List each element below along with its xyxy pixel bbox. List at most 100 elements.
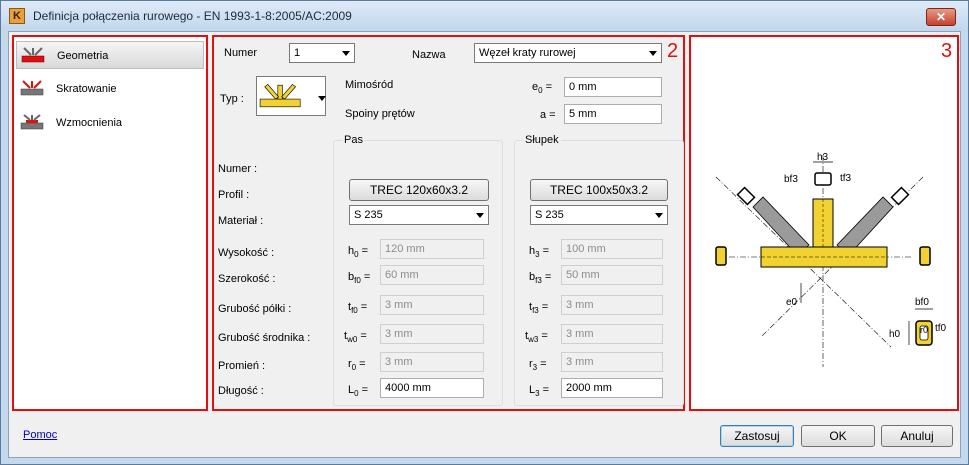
- numer-label: Numer: [224, 47, 258, 59]
- slupek-bf-value: 50 mm: [566, 269, 600, 281]
- row-label-wysokosc: Wysokość :: [218, 247, 275, 259]
- chevron-down-icon[interactable]: [318, 96, 326, 101]
- bracing-icon: [20, 80, 44, 96]
- slupek-h-symbol: h3 =: [529, 245, 550, 259]
- nav-item-skratowanie[interactable]: Skratowanie: [16, 75, 204, 103]
- pas-r-symbol: r0 =: [348, 358, 366, 372]
- row-label-profil: Profil :: [218, 189, 250, 201]
- row-label-grubosc-srodnika: Grubość środnika :: [218, 332, 311, 344]
- mimosrod-input[interactable]: 0 mm: [564, 77, 662, 97]
- diagram-bf3-label: bf3: [784, 174, 798, 185]
- pas-tw-symbol: tw0 =: [344, 330, 367, 344]
- slupek-bf-symbol: bf3 =: [529, 271, 552, 285]
- pas-tf-value: 3 mm: [385, 299, 413, 311]
- nazwa-select[interactable]: Węzeł kraty rurowej: [474, 43, 662, 63]
- slupek-r-value: 3 mm: [566, 356, 594, 368]
- dialog-window: K Definicja połączenia rurowego - EN 199…: [0, 0, 969, 465]
- diagram-h0-label: h0: [889, 329, 901, 340]
- mimosrod-symbol: e0 =: [532, 81, 553, 95]
- slupek-r-input[interactable]: 3 mm: [561, 352, 663, 372]
- slupek-tf-input[interactable]: 3 mm: [561, 295, 663, 315]
- mimosrod-value: 0 mm: [569, 81, 597, 93]
- slupek-h-value: 100 mm: [566, 243, 606, 255]
- spoiny-label: Spoiny prętów: [345, 108, 415, 120]
- diagram-tf3-label: tf3: [840, 173, 852, 184]
- slupek-r-symbol: r3 =: [529, 358, 547, 372]
- apply-button[interactable]: Zastosuj: [720, 425, 794, 447]
- diagram-tf0-label: tf0: [935, 323, 947, 334]
- row-label-dlugosc: Długość :: [218, 385, 264, 397]
- chevron-down-icon: [476, 213, 484, 218]
- spoiny-value: 5 mm: [569, 108, 597, 120]
- slupek-tw-symbol: tw3 =: [525, 330, 548, 344]
- nav-label-wzmocnienia: Wzmocnienia: [56, 117, 123, 129]
- slupek-tw-input[interactable]: 3 mm: [561, 324, 663, 344]
- cancel-button[interactable]: Anuluj: [881, 425, 953, 447]
- pas-profile-button[interactable]: TREC 120x60x3.2: [349, 179, 489, 201]
- slupek-l-input[interactable]: 2000 mm: [561, 378, 663, 398]
- pas-h-value: 120 mm: [385, 243, 425, 255]
- pas-l-symbol: L0 =: [348, 384, 369, 398]
- group-slupek: Słupek TREC 100x50x3.2 S 235 h3 = 100 mm…: [514, 134, 684, 406]
- pas-r-value: 3 mm: [385, 356, 413, 368]
- close-button[interactable]: ✕: [926, 8, 956, 26]
- panel-number-2: 2: [667, 40, 679, 62]
- joint-diagram: h3 bf3 tf3 e0 bf0 h0 r0 tf0: [715, 152, 947, 367]
- pas-l-input[interactable]: 4000 mm: [380, 378, 484, 398]
- nav-item-geometria[interactable]: Geometria: [16, 41, 204, 69]
- pas-material-select[interactable]: S 235: [349, 205, 489, 225]
- slupek-profile-button[interactable]: TREC 100x50x3.2: [530, 179, 668, 201]
- slupek-material-select[interactable]: S 235: [530, 205, 668, 225]
- mimosrod-label: Mimośród: [345, 79, 394, 91]
- title-bar[interactable]: K Definicja połączenia rurowego - EN 199…: [1, 1, 968, 31]
- pas-tw-input[interactable]: 3 mm: [380, 324, 484, 344]
- slupek-tw-value: 3 mm: [566, 328, 594, 340]
- slupek-l-symbol: L3 =: [529, 384, 550, 398]
- diagram-bf0-label: bf0: [915, 297, 929, 308]
- pas-bf-value: 60 mm: [385, 269, 419, 281]
- joint-type-icon: [259, 84, 301, 108]
- slupek-h-input[interactable]: 100 mm: [561, 239, 663, 259]
- numer-select-value: 1: [294, 47, 301, 59]
- nav-label-skratowanie: Skratowanie: [56, 83, 117, 95]
- group-pas: Pas TREC 120x60x3.2 S 235 h0 = 120 mm bf…: [333, 134, 503, 406]
- dialog-client: 1 Geometria Skratowanie: [8, 31, 961, 458]
- pas-l-value: 4000 mm: [385, 382, 431, 394]
- nazwa-label: Nazwa: [412, 49, 446, 61]
- pas-bf-input[interactable]: 60 mm: [380, 265, 484, 285]
- typ-label: Typ :: [220, 93, 244, 105]
- pas-tw-value: 3 mm: [385, 328, 413, 340]
- diagram-h3-label: h3: [817, 152, 829, 163]
- help-link[interactable]: Pomoc: [23, 429, 57, 441]
- slupek-material-value: S 235: [535, 209, 564, 221]
- pas-r-input[interactable]: 3 mm: [380, 352, 484, 372]
- spoiny-symbol: a =: [540, 109, 556, 121]
- panel-joint-diagram: 3 h3 bf3 tf3 e0 bf0 h0 r0 tf0: [689, 35, 959, 411]
- group-title-slupek: Słupek: [523, 134, 561, 146]
- slupek-bf-input[interactable]: 50 mm: [561, 265, 663, 285]
- panel-navigation: 1 Geometria Skratowanie: [12, 35, 208, 411]
- group-title-pas: Pas: [342, 134, 365, 146]
- diagram-e0-label: e0: [786, 297, 798, 308]
- row-label-grubosc-polki: Grubość półki :: [218, 303, 292, 315]
- slupek-l-value: 2000 mm: [566, 382, 612, 394]
- row-label-szerokosc: Szerokość :: [218, 273, 276, 285]
- chevron-down-icon: [649, 51, 657, 56]
- pas-tf-symbol: tf0 =: [348, 301, 368, 315]
- row-label-promien: Promień :: [218, 360, 266, 372]
- numer-select[interactable]: 1: [289, 43, 355, 63]
- chevron-down-icon: [342, 51, 350, 56]
- app-icon: K: [9, 8, 25, 24]
- joint-type-select[interactable]: [256, 76, 326, 116]
- spoiny-input[interactable]: 5 mm: [564, 104, 662, 124]
- reinforcement-icon: [20, 114, 44, 130]
- window-title: Definicja połączenia rurowego - EN 1993-…: [33, 9, 352, 23]
- pas-tf-input[interactable]: 3 mm: [380, 295, 484, 315]
- pas-h-input[interactable]: 120 mm: [380, 239, 484, 259]
- diagram-r0-label: r0: [920, 325, 928, 335]
- slupek-tf-value: 3 mm: [566, 299, 594, 311]
- ok-button[interactable]: OK: [801, 425, 875, 447]
- row-label-numer: Numer :: [218, 163, 258, 175]
- pas-material-value: S 235: [354, 209, 383, 221]
- nav-item-wzmocnienia[interactable]: Wzmocnienia: [16, 109, 204, 137]
